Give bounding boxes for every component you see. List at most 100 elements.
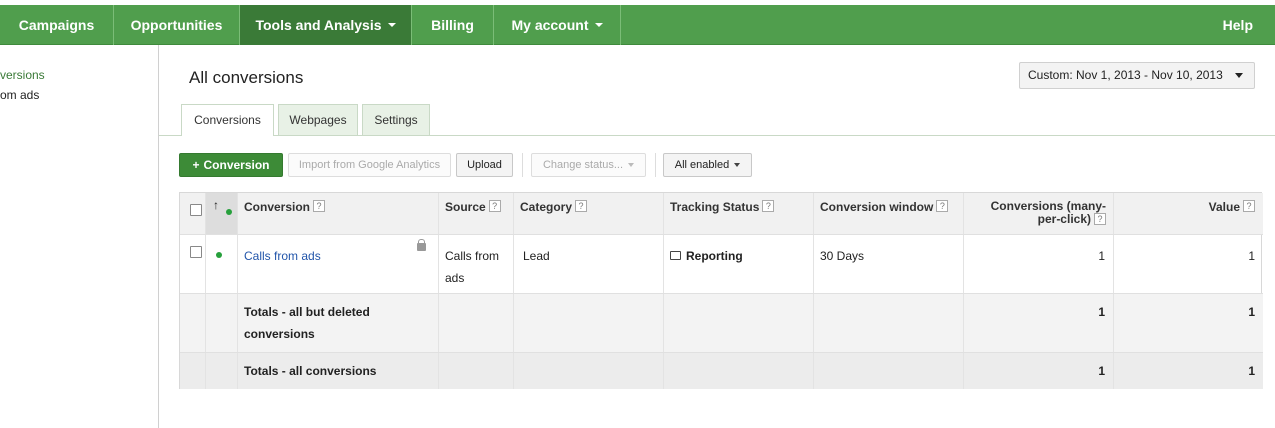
tab-label: Webpages bbox=[289, 113, 347, 127]
conversion-window-cell: 30 Days bbox=[814, 235, 964, 293]
header-category[interactable]: Category? bbox=[514, 193, 664, 234]
empty-cell bbox=[814, 294, 964, 352]
row-select-cell bbox=[180, 235, 206, 293]
comment-bubble-icon bbox=[670, 251, 681, 261]
header-conversion[interactable]: Conversion? bbox=[238, 193, 439, 234]
empty-cell bbox=[206, 294, 238, 352]
nav-my-account[interactable]: My account bbox=[494, 5, 621, 45]
select-all-cell bbox=[180, 193, 206, 234]
tab-webpages[interactable]: Webpages bbox=[278, 104, 358, 135]
empty-cell bbox=[664, 294, 814, 352]
value-cell: 1 bbox=[1248, 249, 1255, 263]
table-row: Calls from ads Calls from ads Lead Repor… bbox=[180, 235, 1263, 294]
help-icon[interactable]: ? bbox=[1243, 200, 1255, 212]
button-label: Upload bbox=[467, 159, 502, 171]
nav-label: My account bbox=[511, 17, 589, 33]
button-label: Change status... bbox=[542, 159, 624, 171]
chevron-down-icon bbox=[387, 23, 396, 28]
nav-label: Campaigns bbox=[18, 17, 95, 33]
totals-value: 1 bbox=[1248, 305, 1255, 319]
nav-label: Billing bbox=[431, 17, 474, 33]
sidebar-item-calls-from-ads[interactable]: om ads bbox=[0, 88, 39, 102]
header-label: Conversion bbox=[244, 200, 311, 214]
tab-settings[interactable]: Settings bbox=[362, 104, 430, 135]
date-range-selector[interactable]: Custom: Nov 1, 2013 - Nov 10, 2013 bbox=[1019, 62, 1255, 89]
totals-label: Totals - all but deleted conversions bbox=[238, 294, 439, 352]
status-sort-header[interactable]: ↑ bbox=[206, 193, 238, 234]
status-dot-icon bbox=[226, 209, 232, 215]
tabs-divider bbox=[159, 135, 1275, 136]
tab-label: Settings bbox=[374, 113, 418, 127]
chevron-down-icon bbox=[1235, 73, 1243, 78]
nav-opportunities[interactable]: Opportunities bbox=[114, 5, 240, 45]
nav-tools-and-analysis[interactable]: Tools and Analysis bbox=[240, 5, 412, 45]
header-label: Conversion window bbox=[820, 200, 934, 214]
totals-row-all: Totals - all conversions 1 1 bbox=[180, 353, 1263, 389]
category-cell: Lead bbox=[514, 235, 664, 293]
plus-icon: + bbox=[192, 158, 200, 172]
upload-button[interactable]: Upload bbox=[456, 153, 513, 177]
empty-cell bbox=[439, 353, 514, 389]
header-label: Source bbox=[445, 200, 486, 214]
source-cell: Calls from ads bbox=[439, 235, 514, 293]
header-conversion-window[interactable]: Conversion window? bbox=[814, 193, 964, 234]
row-checkbox[interactable] bbox=[190, 246, 202, 258]
conversion-name-cell: Calls from ads bbox=[238, 235, 439, 293]
totals-row-all-but-deleted: Totals - all but deleted conversions 1 1 bbox=[180, 294, 1263, 353]
header-label: Value bbox=[1208, 200, 1240, 214]
empty-cell bbox=[514, 353, 664, 389]
help-icon[interactable]: ? bbox=[313, 200, 326, 212]
date-range-label: Custom: Nov 1, 2013 - Nov 10, 2013 bbox=[1028, 68, 1223, 82]
top-nav: Campaigns Opportunities Tools and Analys… bbox=[0, 5, 1275, 45]
button-label: All enabled bbox=[674, 159, 730, 171]
header-tracking-status[interactable]: Tracking Status? bbox=[664, 193, 814, 234]
help-link[interactable]: Help bbox=[1223, 5, 1253, 45]
add-conversion-button[interactable]: + Conversion bbox=[179, 153, 283, 177]
conversions-table: ↑ Conversion? Source? Category? Tracking… bbox=[179, 192, 1263, 389]
totals-conversions-mpc: 1 bbox=[964, 353, 1114, 389]
tracking-status-label: Reporting bbox=[686, 249, 743, 263]
empty-cell bbox=[180, 294, 206, 352]
enabled-status-dot-icon bbox=[216, 252, 222, 258]
header-label: Tracking Status bbox=[670, 200, 760, 214]
conversion-link[interactable]: Calls from ads bbox=[244, 249, 321, 263]
import-from-google-analytics-button[interactable]: Import from Google Analytics bbox=[288, 153, 451, 177]
help-icon[interactable]: ? bbox=[762, 200, 775, 212]
toolbar-divider bbox=[522, 153, 523, 177]
chevron-down-icon bbox=[734, 163, 741, 168]
sort-up-arrow-icon: ↑ bbox=[213, 198, 219, 212]
button-label: Conversion bbox=[203, 158, 270, 172]
nav-billing[interactable]: Billing bbox=[412, 5, 494, 45]
chevron-down-icon bbox=[628, 163, 635, 168]
left-sidebar: versions om ads bbox=[0, 45, 159, 428]
help-icon[interactable]: ? bbox=[936, 200, 949, 212]
row-status-cell bbox=[206, 235, 238, 293]
help-icon[interactable]: ? bbox=[488, 200, 501, 212]
page-title: All conversions bbox=[189, 68, 304, 87]
empty-cell bbox=[664, 353, 814, 389]
header-source[interactable]: Source? bbox=[439, 193, 514, 234]
help-icon[interactable]: ? bbox=[1094, 213, 1106, 225]
empty-cell bbox=[180, 353, 206, 389]
totals-value: 1 bbox=[1248, 364, 1255, 378]
select-all-checkbox[interactable] bbox=[190, 204, 202, 216]
header-conversions-many-per-click[interactable]: Conversions (many-per-click)? bbox=[964, 193, 1114, 234]
totals-label: Totals - all conversions bbox=[238, 353, 439, 389]
tab-conversions[interactable]: Conversions bbox=[181, 104, 274, 136]
nav-campaigns[interactable]: Campaigns bbox=[0, 5, 114, 45]
empty-cell bbox=[514, 294, 664, 352]
table-header-row: ↑ Conversion? Source? Category? Tracking… bbox=[180, 193, 1263, 235]
conversions-mpc-cell: 1 bbox=[964, 235, 1114, 293]
chevron-down-icon bbox=[594, 23, 603, 28]
lock-icon bbox=[417, 239, 426, 251]
button-label: Import from Google Analytics bbox=[298, 159, 441, 171]
sidebar-item-all-conversions[interactable]: versions bbox=[0, 68, 45, 82]
filter-dropdown[interactable]: All enabled bbox=[663, 153, 752, 177]
tab-label: Conversions bbox=[194, 113, 261, 127]
header-value[interactable]: Value? bbox=[1114, 193, 1263, 234]
toolbar-divider bbox=[655, 153, 656, 177]
empty-cell bbox=[206, 353, 238, 389]
help-icon[interactable]: ? bbox=[575, 200, 588, 212]
header-label: Category bbox=[520, 200, 573, 214]
change-status-dropdown[interactable]: Change status... bbox=[531, 153, 646, 177]
